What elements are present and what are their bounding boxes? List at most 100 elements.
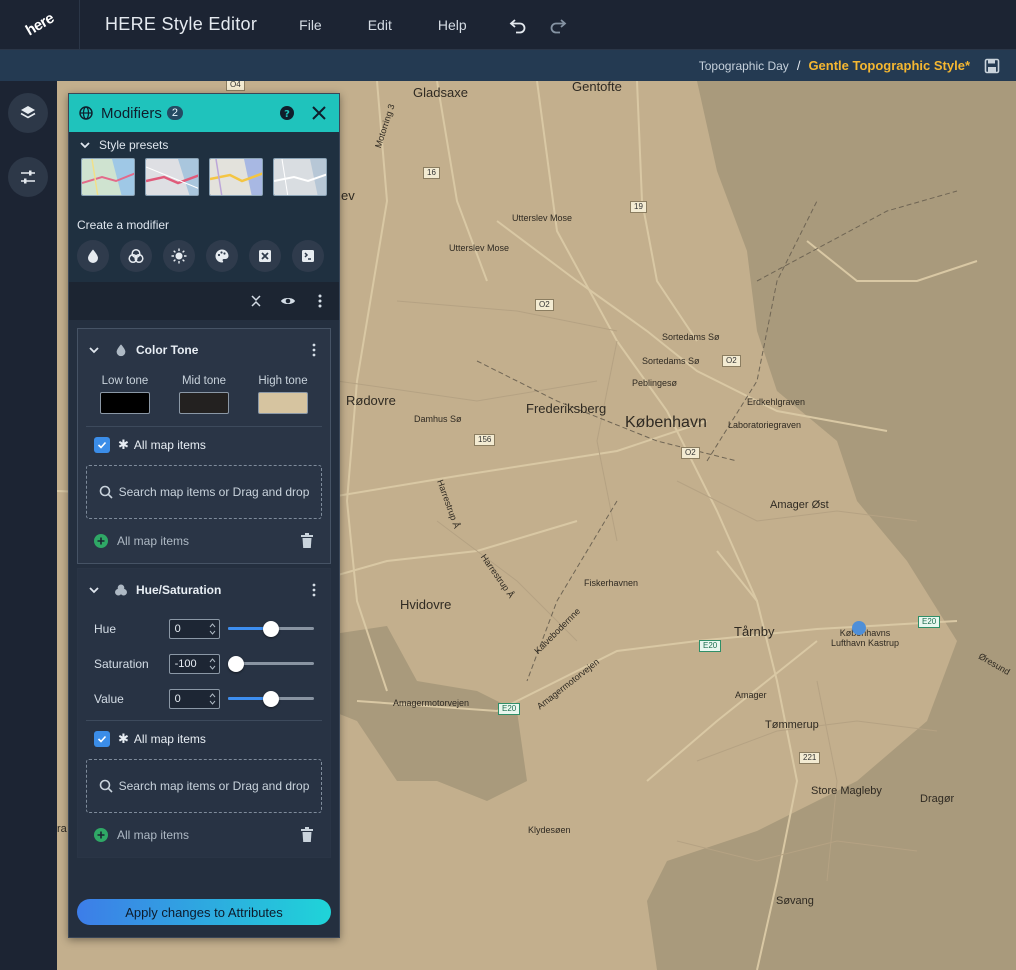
palette-icon [215,249,229,263]
high-tone-swatch[interactable] [258,392,308,414]
map-label-sortedams-2: Sortedams Sø [642,356,700,366]
saturation-input[interactable]: -100 [168,653,221,674]
high-tone-label: High tone [258,375,308,387]
mid-tone-swatch[interactable] [179,392,229,414]
spinner-icon[interactable] [209,622,216,636]
hue-saturation-more-icon[interactable] [306,582,322,598]
svg-text:?: ? [284,109,290,120]
add-brightness-button[interactable] [163,240,195,272]
all-map-items-row: ✱ All map items [78,427,330,453]
preset-thumbnail-2[interactable] [145,158,199,196]
value-value: 0 [174,692,181,705]
saturation-slider-knob[interactable] [228,655,245,672]
add-item-icon[interactable] [94,534,108,548]
main-menu: File Edit Help [299,17,506,33]
menu-help[interactable]: Help [438,17,467,33]
tone-swatches: Low tone Mid tone High tone [78,375,330,414]
style-presets-header[interactable]: Style presets [69,132,339,158]
menu-edit[interactable]: Edit [368,17,392,33]
road-shield-19: 19 [630,201,647,213]
add-hue-saturation-button[interactable] [120,240,152,272]
presets-section: Style presets Create a modifier [69,132,339,282]
hue-saturation-header[interactable]: Hue/Saturation [78,569,330,611]
adjustments-button[interactable] [8,157,48,197]
panel-title: Modifiers [101,104,162,122]
close-icon[interactable] [311,105,327,121]
value-slider[interactable] [228,690,315,707]
globe-icon [79,106,93,120]
chevron-down-icon [89,587,99,594]
map-label-tommerup: Tømmerup [765,719,819,731]
airport-icon[interactable] [852,621,866,635]
add-palette-button[interactable] [206,240,238,272]
add-remove-button[interactable] [249,240,281,272]
saturation-slider[interactable] [228,655,315,672]
layers-button[interactable] [8,93,48,133]
add-item-icon[interactable] [94,828,108,842]
road-shield-o2-3: O2 [681,447,700,459]
hue-slider-knob[interactable] [263,620,280,637]
map-label-tarnby: Tårnby [734,624,775,639]
redo-button[interactable] [547,14,569,36]
mid-tone: Mid tone [179,375,229,414]
map-label-sovang: Søvang [776,895,814,907]
undo-icon [509,18,526,33]
here-logo[interactable]: here [0,0,80,50]
menu-file[interactable]: File [299,17,322,33]
hue-saturation-footer: All map items [78,813,330,857]
map-label-kobenhavn: København [625,414,707,431]
hue-row: Hue 0 [78,611,330,646]
breadcrumb: Topographic Day / Gentle Topographic Sty… [0,50,1016,81]
road-shield-o2-2: O2 [722,355,741,367]
hue-slider[interactable] [228,620,315,637]
apply-changes-button[interactable]: Apply changes to Attributes [77,899,331,925]
preset-thumbnail-1[interactable] [81,158,135,196]
trash-icon[interactable] [300,533,314,549]
road-shield-o4: O4 [226,81,245,91]
help-icon[interactable]: ? [279,105,295,121]
add-color-tone-button[interactable] [77,240,109,272]
hue-input[interactable]: 0 [168,618,221,639]
modifiers-panel: Modifiers 2 ? Style presets Create a mod… [68,93,340,938]
map-items-dropzone[interactable]: Search map items or Drag and drop [86,759,322,813]
app-title: HERE Style Editor [105,14,258,34]
preset-thumbnail-4[interactable] [273,158,327,196]
spinner-icon[interactable] [209,692,216,706]
all-map-items-label: All map items [133,732,206,746]
preset-thumbnail-3[interactable] [209,158,263,196]
breadcrumb-separator: / [796,58,801,73]
color-tone-title: Color Tone [136,343,199,357]
map-items-dropzone[interactable]: Search map items or Drag and drop [86,465,322,519]
chevron-down-icon [89,347,99,354]
top-bar: here HERE Style Editor File Edit Help [0,0,1016,50]
road-shield-156: 156 [474,434,496,446]
add-script-button[interactable] [292,240,324,272]
road-shield-e20: E20 [699,640,722,652]
color-tone-header[interactable]: Color Tone [78,329,330,371]
all-map-items-checkbox[interactable] [94,437,110,453]
road-shield-221: 221 [799,752,821,764]
low-tone-swatch[interactable] [100,392,150,414]
style-presets-label: Style presets [99,138,169,152]
value-slider-knob[interactable] [263,690,280,707]
value-row: Value 0 [78,681,330,716]
spinner-icon[interactable] [209,657,216,671]
toggle-visibility-button[interactable] [279,292,297,310]
hue-saturation-title: Hue/Saturation [136,583,222,597]
map-label-fiskerhavnen: Fiskerhavnen [584,578,639,588]
color-tone-more-icon[interactable] [306,342,322,358]
list-more-button[interactable] [311,292,329,310]
breadcrumb-parent[interactable]: Topographic Day [699,59,789,73]
map-label-dragor: Dragør [920,793,955,805]
trash-icon[interactable] [300,827,314,843]
layers-icon [20,106,36,119]
all-map-items-checkbox[interactable] [94,731,110,747]
map-label-hvidovre: Hvidovre [400,597,452,612]
saturation-label: Saturation [94,656,149,671]
map-label-klydesoen: Klydesøen [528,825,571,835]
value-input[interactable]: 0 [168,688,221,709]
script-icon [302,250,314,262]
undo-button[interactable] [507,14,529,36]
collapse-all-button[interactable] [247,292,265,310]
save-icon[interactable] [984,58,1000,74]
